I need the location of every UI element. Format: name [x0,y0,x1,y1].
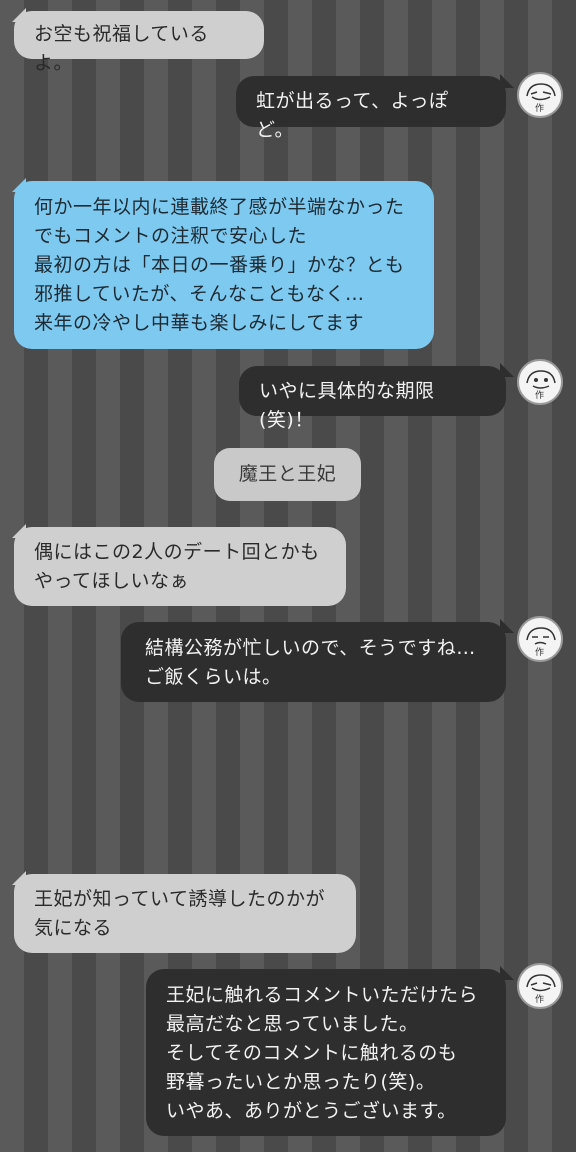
message-bubble[interactable]: 結構公務が忙しいので、そうですね… ご飯くらいは。 [121,622,506,702]
author-avatar[interactable]: 作 [517,359,563,405]
author-face-icon: 作 [526,370,556,401]
message-bubble[interactable]: 虹が出るって、よっぽど。 [236,76,506,141]
author-face-icon: 作 [526,627,556,658]
message-bubble[interactable]: 偶にはこの2人のデート回とかも やってほしいなぁ [14,527,346,606]
avatar-label: 作 [535,102,544,114]
message-bubble[interactable]: お空も祝福しているよ。 [14,11,264,74]
author-face-icon: 作 [526,974,556,1005]
message-bubble[interactable]: 王妃に触れるコメントいただけたら 最高だなと思っていました。 そしてそのコメント… [146,969,506,1136]
message-bubble[interactable]: いやに具体的な期限(笑)！ [239,366,506,431]
author-face-icon: 作 [526,83,556,114]
author-avatar[interactable]: 作 [517,72,563,118]
author-avatar[interactable]: 作 [517,963,563,1009]
message-bubble[interactable]: 王妃が知っていて誘導したのかが 気になる [14,874,356,953]
section-label: 魔王と王妃 [214,448,361,501]
avatar-label: 作 [535,646,544,658]
author-avatar[interactable]: 作 [517,616,563,662]
avatar-label: 作 [535,993,544,1005]
avatar-label: 作 [535,389,544,401]
message-bubble[interactable]: 何か一年以内に連載終了感が半端なかった でもコメントの注釈で安心した 最初の方は… [14,181,434,349]
